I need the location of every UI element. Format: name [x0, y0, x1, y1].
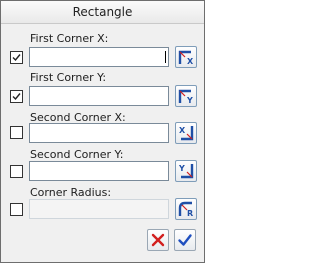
pick-second-corner-x-button[interactable]: X	[175, 122, 197, 144]
pick-second-x-icon: X	[179, 126, 194, 141]
pick-x-icon: X	[178, 50, 194, 66]
first-corner-y-label: First Corner Y:	[30, 71, 107, 84]
second-corner-y-field[interactable]	[29, 161, 169, 181]
rectangle-dialog: Rectangle First Corner X: X First Corner…	[0, 0, 205, 263]
corner-radius-label: Corner Radius:	[30, 186, 112, 199]
second-corner-x-checkbox[interactable]	[10, 126, 23, 139]
first-corner-x-input[interactable]	[30, 48, 168, 66]
svg-text:X: X	[179, 126, 186, 135]
pick-corner-radius-button[interactable]: R	[175, 198, 197, 220]
second-corner-y-label: Second Corner Y:	[30, 148, 124, 161]
corner-radius-checkbox[interactable]	[10, 203, 23, 216]
first-corner-x-label: First Corner X:	[30, 32, 109, 45]
pick-second-corner-y-button[interactable]: Y	[175, 160, 197, 182]
ok-button[interactable]	[174, 229, 196, 251]
cancel-x-icon	[151, 233, 165, 247]
second-corner-y-input[interactable]	[30, 162, 168, 180]
second-corner-x-input[interactable]	[30, 124, 168, 142]
dialog-title: Rectangle	[1, 1, 204, 24]
cancel-button[interactable]	[147, 229, 169, 251]
corner-radius-field	[29, 199, 169, 219]
first-corner-y-input[interactable]	[30, 87, 168, 105]
second-corner-x-field[interactable]	[29, 123, 169, 143]
text-caret	[165, 51, 166, 63]
first-corner-y-field[interactable]	[29, 86, 169, 106]
pick-first-corner-y-button[interactable]: Y	[175, 85, 197, 107]
checkmark-icon	[12, 54, 21, 62]
ok-check-icon	[178, 234, 192, 246]
svg-text:Y: Y	[186, 96, 193, 105]
pick-first-corner-x-button[interactable]: X	[175, 46, 197, 68]
svg-text:X: X	[187, 57, 194, 66]
pick-y-icon: Y	[178, 89, 193, 105]
first-corner-x-field[interactable]	[29, 47, 169, 67]
corner-radius-input	[30, 200, 168, 218]
pick-radius-icon: R	[178, 201, 193, 218]
first-corner-y-checkbox[interactable]	[10, 90, 23, 103]
pick-second-y-icon: Y	[178, 164, 194, 179]
first-corner-x-checkbox[interactable]	[10, 51, 23, 64]
second-corner-y-checkbox[interactable]	[10, 165, 23, 178]
svg-text:R: R	[187, 209, 193, 218]
checkmark-icon	[12, 93, 21, 101]
svg-text:Y: Y	[178, 164, 185, 173]
